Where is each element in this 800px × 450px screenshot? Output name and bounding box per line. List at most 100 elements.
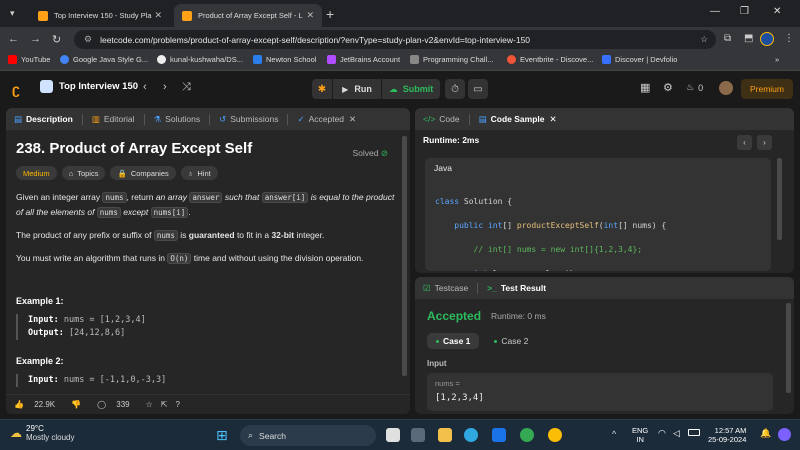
edge-icon[interactable]: [464, 428, 478, 442]
chrome-icon[interactable]: [520, 428, 534, 442]
tab-code-sample[interactable]: ▤ Code Sample ✕: [479, 114, 557, 125]
timer-button[interactable]: ⏱: [445, 79, 465, 99]
share-icon[interactable]: ⇱: [161, 400, 168, 409]
new-tab-button[interactable]: +: [326, 6, 334, 22]
case-1-tab[interactable]: Case 1: [427, 333, 480, 349]
minimize-button[interactable]: —: [710, 6, 720, 17]
maximize-button[interactable]: ❐: [740, 6, 749, 17]
code-block: class Solution { public int[] productExc…: [425, 178, 771, 271]
copilot-icon[interactable]: [778, 428, 791, 441]
premium-button[interactable]: Premium: [741, 79, 793, 99]
bookmark-youtube[interactable]: YouTube: [8, 55, 50, 64]
debug-button[interactable]: ✱: [312, 79, 332, 99]
inline-code: O(n): [167, 253, 192, 264]
browser-menu-icon[interactable]: ⋮: [784, 33, 794, 44]
description-panel: ▤ Description ▥ Editorial ⚗ Solutions ↺ Subm…: [6, 108, 410, 414]
leetcode-logo-icon[interactable]: ʗ: [12, 81, 20, 97]
file-explorer-icon[interactable]: [438, 428, 452, 442]
streak-counter[interactable]: ♨ 0: [686, 82, 703, 93]
close-tab-icon[interactable]: ✕: [306, 10, 314, 21]
inline-code: answer: [189, 192, 223, 203]
tab-search-icon[interactable]: ▾: [10, 8, 15, 19]
notes-button[interactable]: ▭: [468, 79, 488, 99]
tab-accepted[interactable]: ✓ Accepted ✕: [297, 114, 356, 125]
window-close-button[interactable]: ✕: [773, 6, 781, 17]
prev-problem-chevron-icon[interactable]: ‹: [143, 81, 147, 93]
task-view-icon[interactable]: [386, 428, 400, 442]
language-indicator[interactable]: ENG IN: [632, 426, 648, 444]
profile-avatar[interactable]: [760, 32, 774, 46]
hint-button[interactable]: ♁ Hint: [180, 166, 218, 180]
bookmark-devfolio[interactable]: Discover | Devfolio: [602, 55, 677, 64]
streak-count: 0: [698, 82, 704, 93]
favorite-star-icon[interactable]: ☆: [146, 400, 153, 409]
tray-overflow-chevron-icon[interactable]: ^: [612, 429, 616, 439]
widgets-icon[interactable]: [411, 428, 425, 442]
next-problem-chevron-icon[interactable]: ›: [163, 81, 167, 93]
tab-solutions[interactable]: ⚗ Solutions: [154, 114, 201, 125]
dislike-button[interactable]: 👎: [71, 400, 89, 409]
tab-testcase[interactable]: ☑ Testcase: [423, 283, 468, 294]
extensions-icon[interactable]: ⧉: [724, 33, 731, 44]
chrome-active-icon[interactable]: [548, 428, 562, 442]
taskbar-search[interactable]: ⌕ Search: [240, 425, 376, 446]
tab-code[interactable]: </> Code: [423, 114, 460, 124]
notifications-bell-icon[interactable]: 🔔: [760, 428, 771, 439]
code-line: // int[] nums = new int[]{1,2,3,4};: [435, 245, 643, 254]
problem-list-button[interactable]: Top Interview 150: [40, 80, 138, 93]
shuffle-icon[interactable]: ⤨: [182, 81, 191, 94]
start-button[interactable]: ⊞: [216, 427, 228, 444]
tab-description[interactable]: ▤ Description: [14, 114, 73, 125]
companies-button[interactable]: 🔒 Companies: [110, 166, 176, 180]
input-label: Input: [427, 359, 447, 368]
tab-editorial[interactable]: ▥ Editorial: [92, 114, 135, 125]
forward-arrow-icon[interactable]: →: [30, 33, 41, 45]
bookmark-eventbrite[interactable]: Eventbrite - Discove...: [507, 55, 593, 64]
downloads-icon[interactable]: ⬒: [744, 33, 753, 44]
close-tab-icon[interactable]: ✕: [349, 114, 356, 125]
battery-icon[interactable]: [688, 429, 700, 436]
code-scrollbar[interactable]: [777, 158, 782, 240]
bookmark-jetbrains[interactable]: JetBrains Account: [327, 55, 400, 64]
layout-icon[interactable]: ▦: [640, 81, 650, 94]
case-2-tab[interactable]: Case 2: [485, 333, 537, 349]
input-label: Input:: [28, 375, 59, 385]
user-avatar[interactable]: [719, 81, 733, 95]
bookmark-newton[interactable]: Newton School: [253, 55, 316, 64]
more-bookmarks-icon[interactable]: »: [775, 55, 779, 64]
address-bar[interactable]: ⚙ leetcode.com/problems/product-of-array…: [74, 30, 716, 49]
app-store-icon[interactable]: [492, 428, 506, 442]
address-toolbar: ← → ↻ ⚙ leetcode.com/problems/product-of…: [0, 27, 800, 52]
test-scrollbar[interactable]: [786, 303, 791, 393]
description-scrollbar[interactable]: [402, 136, 407, 376]
close-tab-icon[interactable]: ✕: [154, 10, 162, 21]
reload-icon[interactable]: ↻: [52, 33, 61, 46]
like-button[interactable]: 👍 22.9K: [14, 400, 63, 409]
topics-button[interactable]: ⌂ Topics: [61, 166, 106, 180]
help-icon[interactable]: ?: [176, 400, 180, 409]
bookmark-programming[interactable]: Programming Chall...: [410, 55, 493, 64]
bookmark-star-icon[interactable]: ☆: [700, 34, 708, 45]
browser-tab-study-plan[interactable]: Top Interview 150 - Study Plan ✕: [30, 4, 170, 27]
submit-button[interactable]: ☁ Submit: [382, 79, 440, 99]
settings-gear-icon[interactable]: ⚙: [663, 81, 673, 94]
comments-button[interactable]: ◯ 339: [97, 400, 138, 409]
volume-icon[interactable]: ◁: [673, 428, 680, 439]
run-button[interactable]: ▶ Run: [333, 79, 381, 99]
close-tab-icon[interactable]: ✕: [550, 114, 557, 125]
tab-submissions[interactable]: ↺ Submissions: [219, 114, 278, 125]
site-info-icon[interactable]: ⚙: [84, 34, 92, 45]
tab-label: Description: [26, 114, 73, 124]
clock[interactable]: 12:57 AM 25-09-2024: [708, 426, 746, 444]
bookmark-kunal[interactable]: kunal-kushwaha/DS...: [157, 55, 243, 64]
tab-test-result[interactable]: >_ Test Result: [487, 283, 546, 293]
wifi-icon[interactable]: ◠: [658, 428, 666, 439]
next-sample-chevron-icon[interactable]: ›: [757, 135, 772, 150]
browser-tab-product-of-array[interactable]: Product of Array Except Self - L ✕: [174, 4, 322, 27]
weather-widget[interactable]: ☁ 29°C Mostly cloudy: [10, 424, 74, 442]
prev-sample-chevron-icon[interactable]: ‹: [737, 135, 752, 150]
flask-icon: ⚗: [153, 113, 162, 124]
leetcode-favicon-icon: [38, 10, 48, 21]
back-arrow-icon[interactable]: ←: [8, 33, 19, 45]
bookmark-google-java[interactable]: Google Java Style G...: [60, 55, 148, 64]
